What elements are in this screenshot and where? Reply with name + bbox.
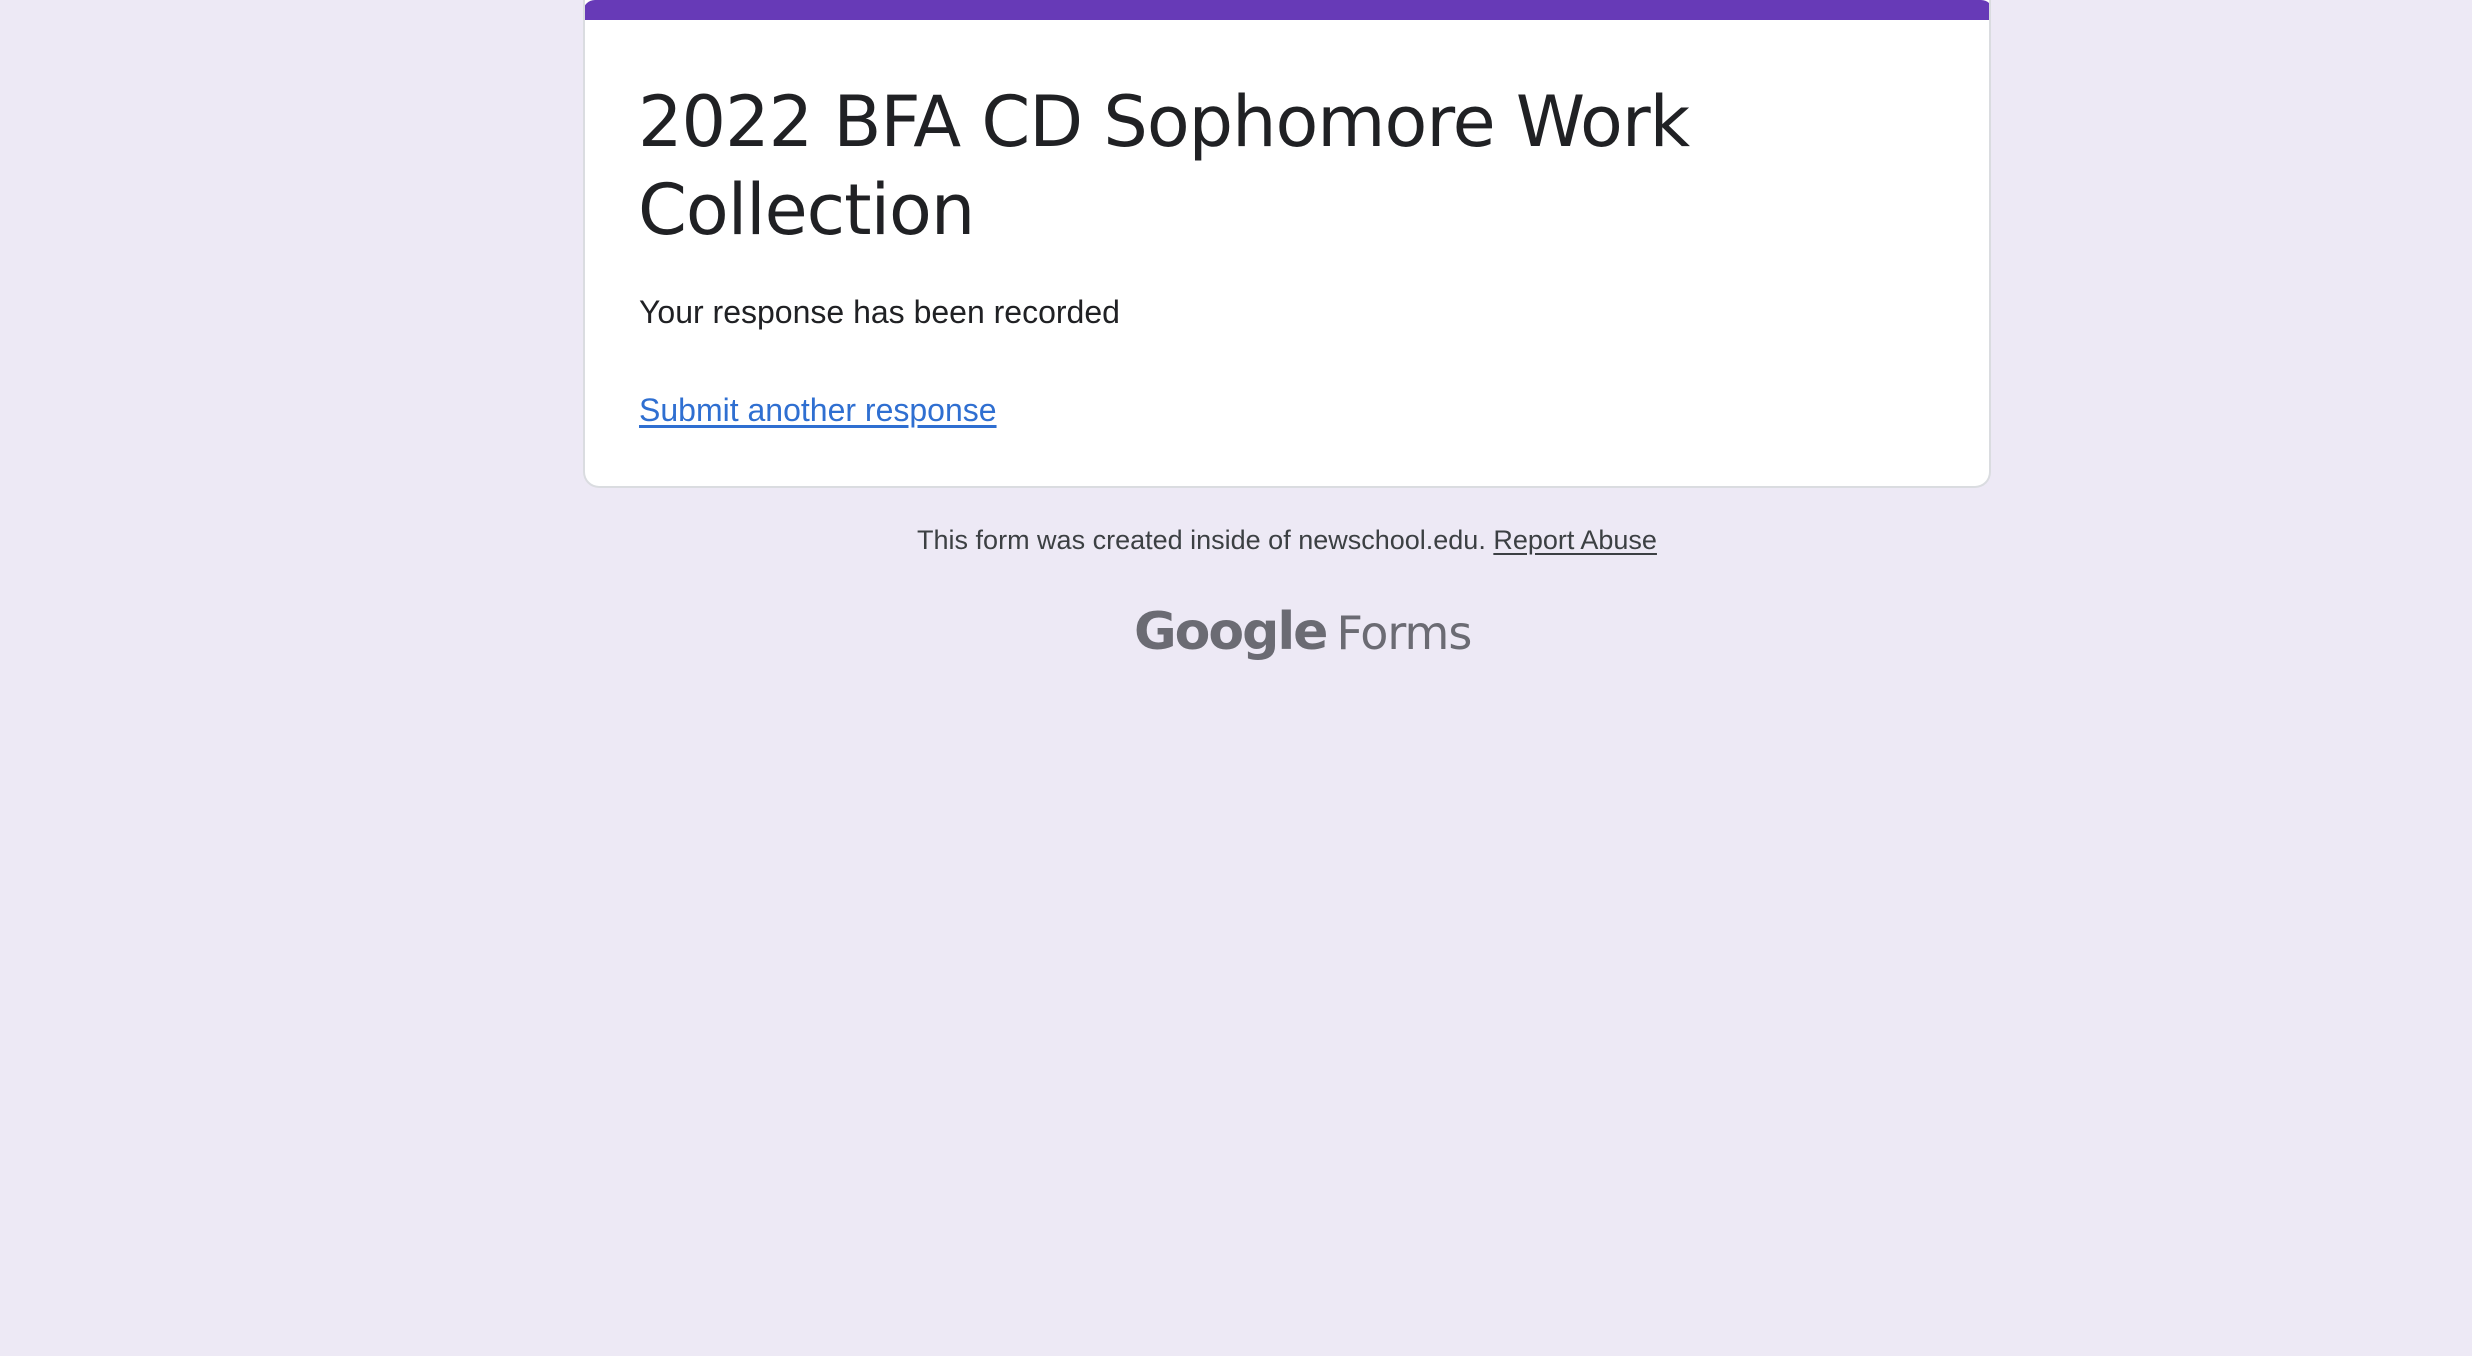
forms-wordmark: Forms: [1336, 606, 1472, 660]
footer-note: This form was created inside of newschoo…: [0, 516, 2472, 564]
form-title: 2022 BFA CD Sophomore Work Collection: [638, 81, 1690, 251]
submit-another-response-link[interactable]: Submit another response: [639, 386, 997, 434]
confirmation-card: 2022 BFA CD Sophomore Work Collection Yo…: [583, 0, 1991, 488]
google-forms-logo[interactable]: Google Forms: [1134, 598, 1472, 666]
report-abuse-link[interactable]: Report Abuse: [1493, 525, 1657, 555]
confirmation-message: Your response has been recorded: [639, 294, 1120, 330]
footer-note-text: This form was created inside of newschoo…: [917, 525, 1486, 555]
google-wordmark: Google: [1134, 602, 1328, 662]
card-accent-bar: [585, 0, 1989, 20]
